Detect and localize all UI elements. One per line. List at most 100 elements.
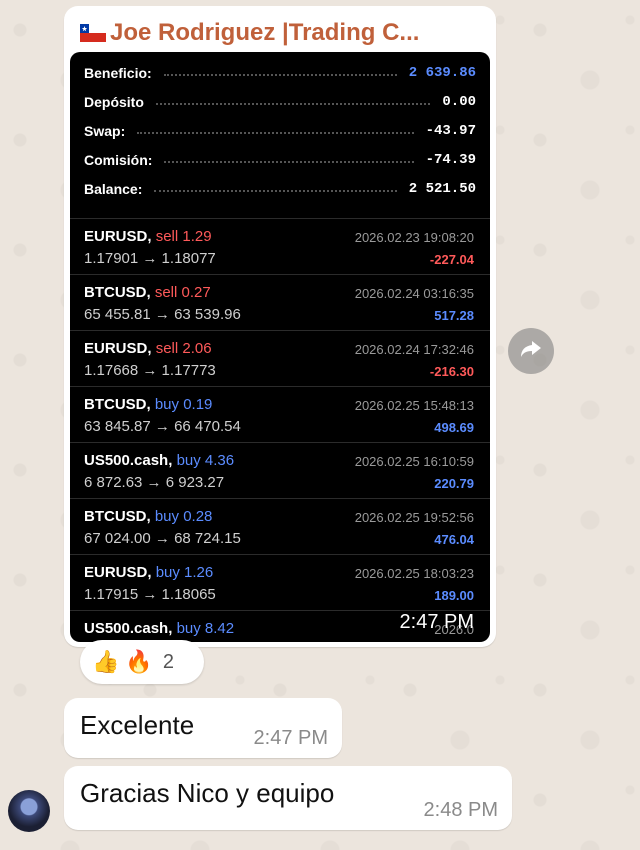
lot-label: 1.26 bbox=[184, 564, 214, 581]
side-label: sell bbox=[154, 284, 178, 301]
trading-screenshot[interactable]: Beneficio: 2 639.86 Depósito 0.00 Swap: … bbox=[70, 52, 490, 642]
trade-symbol: EURUSD, sell 1.29 bbox=[84, 228, 212, 245]
trade-symbol: BTCUSD, buy 0.28 bbox=[84, 508, 212, 525]
summary-dots bbox=[155, 102, 431, 105]
trade-datetime: 2026.02.25 18:03:23 bbox=[354, 566, 474, 581]
message-text: Gracias Nico y equipo bbox=[80, 778, 335, 808]
trade-datetime: 2026.02.24 17:32:46 bbox=[354, 342, 474, 357]
trade-row: BTCUSD, buy 0.28 67 024.00 → 68 724.15 2… bbox=[70, 498, 490, 554]
side-label: buy bbox=[154, 396, 180, 413]
thumbs-up-icon: 👍 bbox=[92, 649, 120, 674]
summary-value: 2 521.50 bbox=[408, 180, 476, 197]
trade-side: sell 1.29 bbox=[156, 228, 212, 245]
trade-side: buy 8.42 bbox=[177, 620, 235, 637]
symbol-label: EURUSD, bbox=[84, 340, 152, 357]
summary-label: Depósito bbox=[84, 93, 144, 110]
side-label: buy bbox=[176, 452, 201, 469]
summary-row: Swap: -43.97 bbox=[84, 116, 476, 145]
summary-row: Beneficio: 2 639.86 bbox=[84, 58, 476, 87]
trade-profit: 498.69 bbox=[434, 420, 474, 435]
side-label: buy bbox=[176, 620, 201, 637]
symbol-label: BTCUSD, bbox=[84, 284, 151, 301]
trade-prices: 1.17901 → 1.18077 bbox=[84, 250, 216, 267]
trade-prices: 6 872.63 → 6 923.27 bbox=[84, 474, 225, 491]
reactions-pill[interactable]: 👍 🔥 2 bbox=[80, 640, 204, 684]
trade-symbol: US500.cash, buy 8.42 bbox=[84, 620, 234, 637]
lot-label: 4.36 bbox=[204, 452, 235, 469]
summary-dots bbox=[154, 189, 397, 192]
side-label: sell bbox=[155, 228, 179, 245]
trade-row: BTCUSD, buy 0.19 63 845.87 → 66 470.54 2… bbox=[70, 386, 490, 442]
trade-row: BTCUSD, sell 0.27 65 455.81 → 63 539.96 … bbox=[70, 274, 490, 330]
trade-row: EURUSD, sell 1.29 1.17901 → 1.18077 2026… bbox=[70, 218, 490, 274]
trade-symbol: BTCUSD, buy 0.19 bbox=[84, 396, 212, 413]
trade-symbol: US500.cash, buy 4.36 bbox=[84, 452, 234, 469]
summary-row: Depósito 0.00 bbox=[84, 87, 476, 116]
symbol-label: EURUSD, bbox=[84, 564, 152, 581]
summary-label: Comisión: bbox=[84, 151, 153, 168]
trade-datetime: 2026.02.25 16:10:59 bbox=[354, 454, 474, 469]
message-text: Excelente bbox=[80, 710, 195, 740]
reaction-count: 2 bbox=[162, 650, 174, 673]
trade-row: EURUSD, buy 1.26 1.17915 → 1.18065 2026.… bbox=[70, 554, 490, 610]
summary-label: Beneficio: bbox=[84, 64, 152, 81]
summary-label: Swap: bbox=[84, 122, 126, 139]
summary-dots bbox=[163, 73, 397, 76]
trade-prices: 1.17668 → 1.17773 bbox=[84, 362, 216, 379]
symbol-label: BTCUSD, bbox=[84, 396, 151, 413]
trade-datetime: 2026.02.25 19:52:56 bbox=[354, 510, 474, 525]
fire-icon: 🔥 bbox=[125, 649, 153, 674]
summary-value: 0.00 bbox=[442, 93, 476, 110]
lot-label: 1.29 bbox=[182, 228, 212, 245]
account-summary: Beneficio: 2 639.86 Depósito 0.00 Swap: … bbox=[70, 52, 490, 218]
trade-prices: 1.17915 → 1.18065 bbox=[84, 586, 216, 603]
message-time: 2:47 PM bbox=[399, 611, 474, 633]
trade-symbol: BTCUSD, sell 0.27 bbox=[84, 284, 211, 301]
trade-side: sell 0.27 bbox=[155, 284, 211, 301]
user-avatar[interactable] bbox=[8, 790, 50, 832]
summary-row: Balance: 2 521.50 bbox=[84, 174, 476, 203]
side-label: buy bbox=[154, 508, 180, 525]
trade-side: buy 0.28 bbox=[155, 508, 213, 525]
summary-dots bbox=[164, 160, 414, 163]
summary-value: -43.97 bbox=[425, 122, 476, 139]
lot-label: 0.27 bbox=[181, 284, 211, 301]
side-label: buy bbox=[155, 564, 180, 581]
side-label: sell bbox=[155, 340, 179, 357]
trade-symbol: EURUSD, sell 2.06 bbox=[84, 340, 212, 357]
sender-name[interactable]: Joe Rodriguez |Trading C... bbox=[80, 19, 480, 49]
lot-label: 2.06 bbox=[182, 340, 212, 357]
trade-datetime: 2026.02.23 19:08:20 bbox=[354, 230, 474, 245]
forwarded-message-bubble[interactable]: Joe Rodriguez |Trading C... Beneficio: 2… bbox=[64, 6, 496, 647]
trade-prices: 63 845.87 → 66 470.54 bbox=[84, 418, 241, 435]
summary-row: Comisión: -74.39 bbox=[84, 145, 476, 174]
trade-symbol: EURUSD, buy 1.26 bbox=[84, 564, 213, 581]
forward-arrow-icon bbox=[520, 339, 542, 364]
message-bubble[interactable]: Gracias Nico y equipo 2:48 PM bbox=[64, 766, 512, 830]
symbol-label: US500.cash, bbox=[84, 452, 173, 469]
symbol-label: US500.cash, bbox=[84, 620, 173, 637]
trade-prices: 67 024.00 → 68 724.15 bbox=[84, 530, 241, 547]
sender-label: Joe Rodriguez |Trading C... bbox=[110, 19, 420, 46]
trade-side: buy 4.36 bbox=[177, 452, 235, 469]
symbol-label: EURUSD, bbox=[84, 228, 152, 245]
trade-row: US500.cash, buy 4.36 6 872.63 → 6 923.27… bbox=[70, 442, 490, 498]
trade-side: buy 1.26 bbox=[156, 564, 214, 581]
trade-profit: 517.28 bbox=[434, 308, 474, 323]
summary-label: Balance: bbox=[84, 180, 143, 197]
trade-profit: -227.04 bbox=[429, 252, 474, 267]
lot-label: 8.42 bbox=[204, 620, 235, 637]
trade-datetime: 2026.02.24 03:16:35 bbox=[354, 286, 474, 301]
trade-profit: 476.04 bbox=[434, 532, 474, 547]
trade-side: buy 0.19 bbox=[155, 396, 213, 413]
chile-flag-icon bbox=[80, 21, 106, 49]
trade-side: sell 2.06 bbox=[156, 340, 212, 357]
summary-value: -74.39 bbox=[425, 151, 476, 168]
message-bubble[interactable]: Excelente 2:47 PM bbox=[64, 698, 342, 758]
trade-row: EURUSD, sell 2.06 1.17668 → 1.17773 2026… bbox=[70, 330, 490, 386]
lot-label: 0.19 bbox=[183, 396, 213, 413]
forward-button[interactable] bbox=[508, 328, 554, 374]
trade-prices: 65 455.81 → 63 539.96 bbox=[84, 306, 241, 323]
lot-label: 0.28 bbox=[183, 508, 213, 525]
summary-value: 2 639.86 bbox=[408, 64, 476, 81]
